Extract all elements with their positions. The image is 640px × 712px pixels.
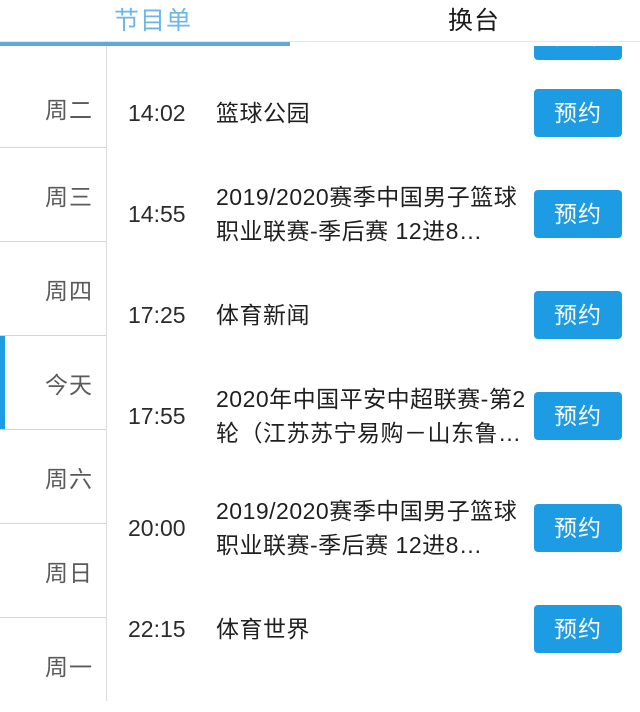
book-button[interactable]: 预约 xyxy=(534,89,622,137)
program-title: 2019/2020赛季中国男子篮球职业联赛-季后赛 12进8（青... xyxy=(216,498,518,558)
day-label: 今天 xyxy=(45,371,93,398)
program-title: 篮球公园 xyxy=(216,100,310,126)
sidebar-item-day-6[interactable]: 周一 xyxy=(0,618,106,712)
program-time: 14:02 xyxy=(128,99,186,126)
program-title: 体育世界 xyxy=(216,616,310,642)
day-label: 周二 xyxy=(45,97,93,123)
sidebar-item-day-4[interactable]: 周六 xyxy=(0,430,106,524)
program-row[interactable]: 20:00 2019/2020赛季中国男子篮球职业联赛-季后赛 12进8（青..… xyxy=(108,472,640,584)
program-row[interactable]: 14:55 2019/2020赛季中国男子篮球职业联赛-季后赛 12进8（广..… xyxy=(108,158,640,270)
program-title: 2019/2020赛季世界斯诺克锦标赛-第1轮1 xyxy=(216,696,526,701)
program-row[interactable]: 17:25 体育新闻 预约 xyxy=(108,270,640,360)
day-selector-sidebar: 周二 周三 周四 今天 周六 周日 周一 xyxy=(0,46,107,701)
day-label: 周三 xyxy=(45,183,93,210)
book-button[interactable]: 预约 xyxy=(534,46,622,60)
program-list[interactable]: 男子篮球职业联赛 复赛第二... 预约 14:02 篮球公园 预约 14:55 … xyxy=(108,46,640,701)
book-button[interactable]: 预约 xyxy=(534,605,622,653)
sidebar-item-day-0[interactable]: 周二 xyxy=(0,46,106,148)
day-label: 周四 xyxy=(45,277,93,304)
main-content: 周二 周三 周四 今天 周六 周日 周一 男子篮球职业联赛 复赛第二... 预约… xyxy=(0,46,640,701)
tab-change-channel[interactable]: 换台 xyxy=(448,1,500,42)
day-label: 周一 xyxy=(45,654,93,680)
sidebar-item-day-today[interactable]: 今天 xyxy=(0,336,106,430)
program-time: 17:55 xyxy=(128,402,186,429)
sidebar-item-day-2[interactable]: 周四 xyxy=(0,242,106,336)
program-title: 体育新闻 xyxy=(216,302,310,328)
top-tab-bar: 节目单 换台 xyxy=(0,0,640,41)
day-label: 周六 xyxy=(45,465,93,492)
program-time: 22:15 xyxy=(128,615,186,642)
program-row[interactable]: 17:55 2020年中国平安中超联赛-第2轮（江苏苏宁易购－山东鲁能... 预… xyxy=(108,360,640,472)
program-time: 14:55 xyxy=(128,200,186,227)
program-row[interactable]: 22:45 2019/2020赛季世界斯诺克锦标赛-第1轮1 预约 xyxy=(108,674,640,701)
tab-program-list[interactable]: 节目单 xyxy=(114,1,192,42)
sidebar-item-day-5[interactable]: 周日 xyxy=(0,524,106,618)
program-time: 20:00 xyxy=(128,514,186,541)
program-time: 17:25 xyxy=(128,301,186,328)
book-button[interactable]: 预约 xyxy=(534,392,622,440)
program-row[interactable]: 22:15 体育世界 预约 xyxy=(108,584,640,674)
program-row[interactable]: 男子篮球职业联赛 复赛第二... 预约 xyxy=(108,46,640,68)
book-button[interactable]: 预约 xyxy=(534,291,622,339)
program-row[interactable]: 14:02 篮球公园 预约 xyxy=(108,68,640,158)
day-label: 周日 xyxy=(45,559,93,586)
sidebar-item-day-1[interactable]: 周三 xyxy=(0,148,106,242)
book-button[interactable]: 预约 xyxy=(534,504,622,552)
book-button[interactable]: 预约 xyxy=(534,190,622,238)
program-title: 2020年中国平安中超联赛-第2轮（江苏苏宁易购－山东鲁能... xyxy=(216,386,526,446)
program-title: 男子篮球职业联赛 复赛第二... xyxy=(216,46,526,48)
program-title: 2019/2020赛季中国男子篮球职业联赛-季后赛 12进8（广... xyxy=(216,184,518,244)
